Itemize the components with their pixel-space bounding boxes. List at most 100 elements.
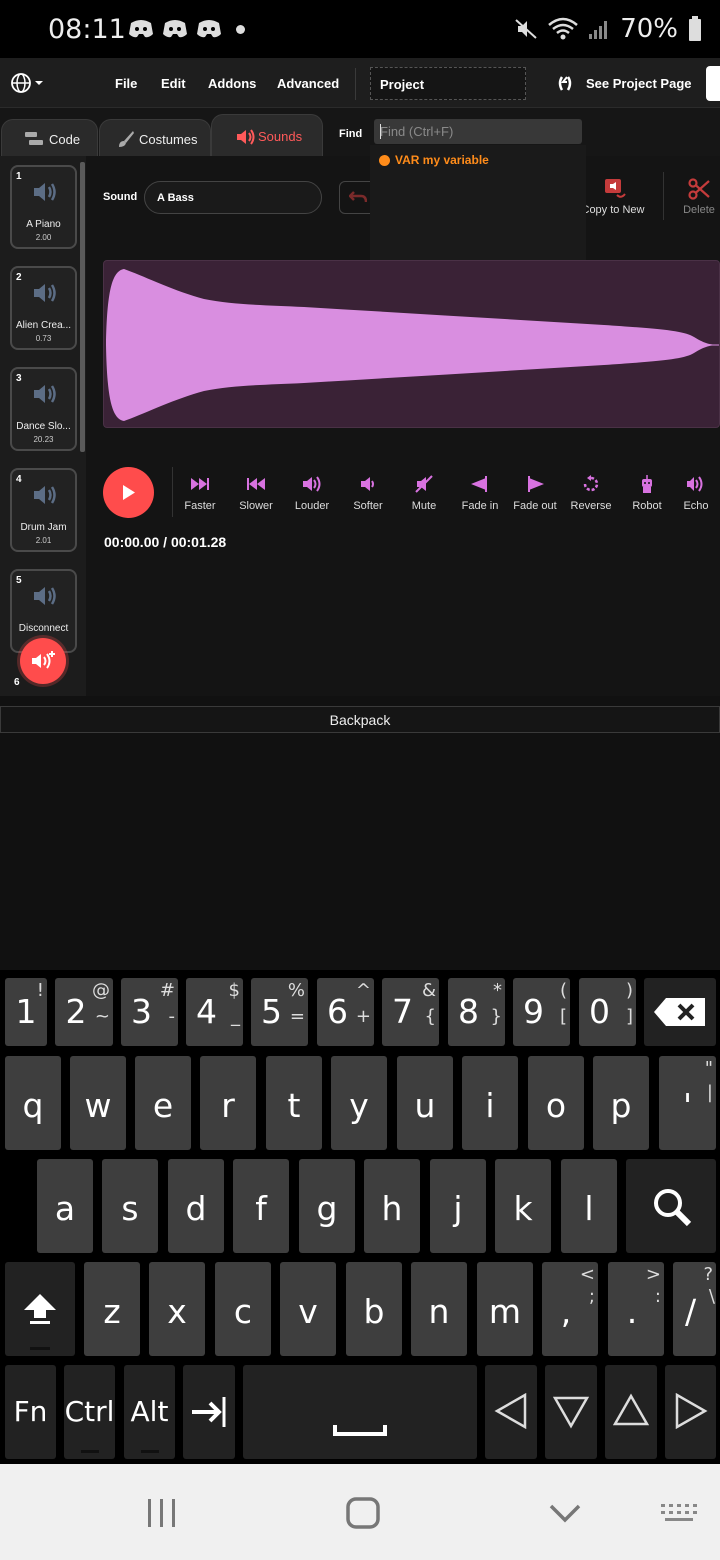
key-u[interactable]: u [397,1056,453,1150]
tab-costumes[interactable]: Costumes [99,119,211,156]
key-r[interactable]: r [200,1056,256,1150]
recent-apps-icon[interactable] [146,1498,178,1528]
sound-name-input[interactable] [145,182,321,213]
effect-fade-in-button[interactable]: Fade in [450,474,510,512]
effect-faster-button[interactable]: Faster [170,474,230,512]
key-apostrophe[interactable]: ' " | [659,1056,716,1150]
key-slash[interactable]: /? \ [673,1262,716,1356]
effect-softer-button[interactable]: Softer [338,474,398,512]
find-result-item[interactable]: VAR my variable [379,153,489,167]
copy-to-new-button[interactable]: Copy to New [580,176,646,220]
key-q[interactable]: q [5,1056,61,1150]
key-y[interactable]: y [331,1056,387,1150]
menu-edit[interactable]: Edit [161,76,186,91]
key-5[interactable]: 5% = [251,978,308,1046]
key-e[interactable]: e [135,1056,191,1150]
key-z[interactable]: z [84,1262,140,1356]
key-d[interactable]: d [168,1159,224,1253]
backpack-bar[interactable]: Backpack [0,706,720,733]
toolbar-divider [663,172,664,220]
key-c[interactable]: c [215,1262,271,1356]
key-8[interactable]: 8 *} [448,978,505,1046]
sound-item[interactable]: 4 Drum Jam 2.01 [10,468,77,552]
effect-slower-button[interactable]: Slower [226,474,286,512]
key-9[interactable]: 9([ [513,978,570,1046]
sound-item[interactable]: 3 Dance Slo... 20.23 [10,367,77,451]
ctrl-key[interactable]: Ctrl [64,1365,115,1459]
discord-icon [163,20,187,38]
key-g[interactable]: g [299,1159,355,1253]
key-l[interactable]: l [561,1159,617,1253]
key-t[interactable]: t [266,1056,322,1150]
tab-key[interactable] [183,1365,235,1459]
arrow-down-key[interactable] [545,1365,597,1459]
arrow-right-key[interactable] [665,1365,716,1459]
notification-icons [128,18,222,40]
find-input[interactable] [374,119,582,144]
key-j[interactable]: j [430,1159,486,1253]
fn-key[interactable]: Fn [5,1365,56,1459]
sound-item[interactable]: 1 A Piano 2.00 [10,165,77,249]
key-o[interactable]: o [528,1056,584,1150]
tab-sounds[interactable]: Sounds [211,114,323,156]
key-w[interactable]: w [70,1056,126,1150]
effect-louder-button[interactable]: Louder [282,474,342,512]
key-7[interactable]: 7 &{ [382,978,439,1046]
arrow-left-key[interactable] [485,1365,537,1459]
sound-list-scrollbar[interactable] [80,162,85,452]
key-f[interactable]: f [233,1159,289,1253]
keyboard-toggle-icon[interactable] [660,1502,698,1524]
key-3[interactable]: 3 # - [121,978,178,1046]
effect-reverse-button[interactable]: Reverse [561,474,621,512]
key-6[interactable]: 6 ^ + [317,978,374,1046]
key-s[interactable]: s [102,1159,158,1253]
key-comma[interactable]: , <; [542,1262,598,1356]
key-0[interactable]: 0)] [579,978,636,1046]
effect-fade-out-button[interactable]: Fade out [505,474,565,512]
effect-echo-button[interactable]: Echo [672,474,720,512]
key-b[interactable]: b [346,1262,402,1356]
key-i[interactable]: i [462,1056,518,1150]
key-4[interactable]: 4 $ _ [186,978,243,1046]
key-k[interactable]: k [495,1159,551,1253]
sound-item[interactable]: 2 Alien Crea... 0.73 [10,266,77,350]
key-n[interactable]: n [411,1262,467,1356]
backspace-key[interactable] [644,978,716,1046]
key-m[interactable]: m [477,1262,533,1356]
menu-addons[interactable]: Addons [208,76,256,91]
softer-icon [361,477,374,491]
effect-mute-button[interactable]: Mute [394,474,454,512]
share-button[interactable] [706,66,720,101]
key-p[interactable]: p [593,1056,649,1150]
waveform-display[interactable] [103,260,720,428]
key-h[interactable]: h [364,1159,420,1253]
delete-button[interactable]: Delete [678,176,720,220]
theme-moon-icon[interactable] [66,73,86,95]
search-key[interactable] [626,1159,716,1253]
play-button[interactable] [103,467,154,518]
see-project-page-link[interactable]: See Project Page [586,76,692,91]
add-sound-button[interactable] [20,638,66,684]
back-chevron-icon[interactable] [548,1502,582,1524]
key-a[interactable]: a [37,1159,93,1253]
key-2[interactable]: 2 @ ~ [55,978,113,1046]
find-field[interactable] [374,119,582,144]
tab-code[interactable]: Code [1,119,98,156]
arrow-up-key[interactable] [605,1365,657,1459]
key-v[interactable]: v [280,1262,336,1356]
project-title-field[interactable]: Project [370,67,526,100]
sound-name-field[interactable] [144,181,322,214]
language-globe-icon[interactable] [10,72,44,94]
effect-robot-button[interactable]: Robot [617,474,677,512]
tab-costumes-label: Costumes [139,132,198,147]
key-x[interactable]: x [149,1262,205,1356]
menu-advanced[interactable]: Advanced [277,76,339,91]
key-period[interactable]: . >: [608,1262,664,1356]
space-key[interactable] [243,1365,477,1459]
home-icon[interactable] [345,1496,381,1530]
key-1[interactable]: 1! [5,978,47,1046]
shift-key[interactable] [5,1262,75,1356]
effect-label: Faster [184,500,216,512]
menu-file[interactable]: File [115,76,137,91]
alt-key[interactable]: Alt [124,1365,175,1459]
